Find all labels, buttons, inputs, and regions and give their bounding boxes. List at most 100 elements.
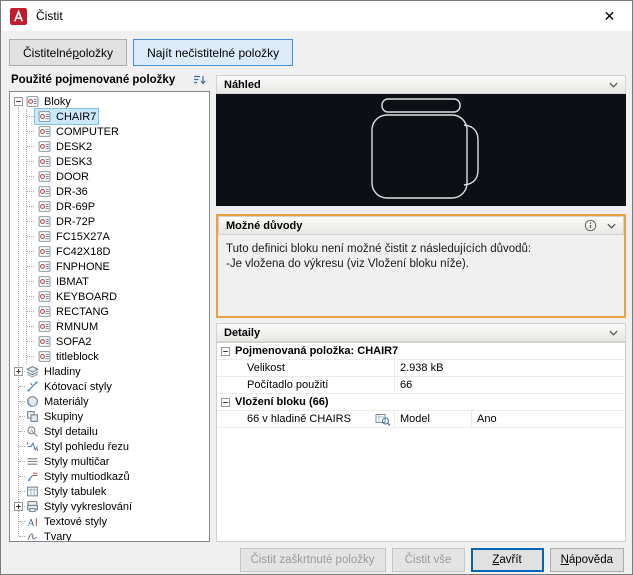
tree-item-label: FC15X27A — [56, 230, 110, 243]
block-icon — [38, 275, 51, 288]
details-table: Pojmenovaná položka: CHAIR7 Velikost 2.9… — [216, 342, 626, 542]
tree-item-block[interactable]: DR-69P — [27, 199, 209, 214]
info-icon[interactable] — [584, 219, 597, 232]
tree-item-label: Styly multičar — [44, 455, 110, 468]
reasons-section-header[interactable]: Možné důvody — [218, 216, 624, 235]
reason-line-1: Tuto definici bloku není možné čistit z … — [226, 243, 532, 255]
autocad-app-icon — [10, 7, 27, 25]
block-icon — [38, 245, 51, 258]
tree-item-category[interactable]: Skupiny — [10, 409, 209, 424]
tree-item-category[interactable]: Materiály — [10, 394, 209, 409]
tree-item-category[interactable]: Kótovací styly — [10, 379, 209, 394]
close-dialog-button[interactable]: Zavřít — [470, 548, 544, 572]
tree-item-block[interactable]: titleblock — [27, 349, 209, 364]
chevron-down-icon[interactable] — [609, 82, 618, 88]
help-button[interactable]: Nápověda — [549, 548, 624, 572]
block-icon — [38, 350, 51, 363]
tab-purgeable-items[interactable]: Čistitelné p oložky — [9, 39, 128, 66]
tree-item-label: DESK2 — [56, 140, 93, 153]
tree-item-category[interactable]: A Styl detailu — [10, 424, 209, 439]
table-style-icon — [26, 485, 39, 498]
expand-plus-box[interactable] — [14, 502, 23, 511]
tree-item-category[interactable]: Styly tabulek — [10, 484, 209, 499]
svg-text:A: A — [28, 517, 35, 528]
tab-label: Čistitelné — [23, 45, 73, 60]
tree-category-list: Hladiny Kótovací styly Materiály Skupiny A St… — [10, 364, 209, 541]
tree-item-block[interactable]: KEYBOARD — [27, 289, 209, 304]
svg-text:A: A — [30, 429, 34, 435]
reason-line-2: -Je vložena do výkresu (viz Vložení blok… — [226, 258, 469, 270]
tree-item-block[interactable]: RMNUM — [27, 319, 209, 334]
tree-item-label: RMNUM — [56, 320, 99, 333]
tree-item-block[interactable]: DOOR — [27, 169, 209, 184]
tree-item-category[interactable]: Styly multiodkazů — [10, 469, 209, 484]
sort-icon — [192, 73, 207, 87]
tree-item-label: DESK3 — [56, 155, 93, 168]
purge-all-button: Čistit vše — [391, 548, 465, 572]
details-section-header[interactable]: Detaily — [216, 323, 626, 342]
tree-item-block[interactable]: DR-36 — [27, 184, 209, 199]
details-group-title: Vložení bloku (66) — [235, 396, 329, 408]
block-icon — [38, 320, 51, 333]
mline-style-icon — [26, 455, 39, 468]
tree-item-block[interactable]: SOFA2 — [27, 334, 209, 349]
tree-item-block[interactable]: CHAIR7 — [27, 108, 209, 125]
preview-section-title: Náhled — [224, 78, 261, 91]
collapse-minus-box[interactable] — [14, 97, 23, 106]
tree-item-block[interactable]: FC42X18D — [27, 244, 209, 259]
tree-item-block[interactable]: DESK2 — [27, 139, 209, 154]
tree-item-label: Styl pohledu řezu — [44, 440, 129, 453]
tree-item-category[interactable]: A Textové styly — [10, 514, 209, 529]
block-icon — [38, 125, 51, 138]
chevron-down-icon[interactable] — [609, 330, 618, 336]
tree-item-block[interactable]: IBMAT — [27, 274, 209, 289]
tree-item-label: FNPHONE — [56, 260, 110, 273]
tree-item-label: RECTANG — [56, 305, 109, 318]
collapse-minus-box[interactable] — [221, 346, 230, 356]
block-icon — [38, 200, 51, 213]
tree-item-block[interactable]: COMPUTER — [27, 124, 209, 139]
chevron-down-icon[interactable] — [607, 223, 616, 229]
details-value: 2.938 kB — [400, 362, 444, 374]
block-icon — [38, 110, 51, 123]
tab-find-non-purgeable-items[interactable]: Najít nečistitelné položky — [133, 39, 294, 66]
possible-reasons-section: Možné důvody Tuto definici bloku není mo… — [216, 214, 626, 318]
tree-item-label: Styly multiodkazů — [44, 470, 130, 483]
tree-item-label: FC42X18D — [56, 245, 111, 258]
block-icon — [38, 170, 51, 183]
tree-item-block[interactable]: FC15X27A — [27, 229, 209, 244]
tree-item-block[interactable]: RECTANG — [27, 304, 209, 319]
tree-item-block[interactable]: DESK3 — [27, 154, 209, 169]
tree-item-label: IBMAT — [56, 275, 89, 288]
tree-item-label: Styl detailu — [44, 425, 98, 438]
tree-block-list: CHAIR7 COMPUTER DESK2 DESK3 DOOR DR-36 DR-69P D… — [26, 108, 209, 364]
tree-item-label: Skupiny — [44, 410, 84, 423]
tree-item-category[interactable]: Styly vykreslování — [10, 499, 209, 514]
groups-icon — [26, 410, 39, 423]
tree-item-blocks-root[interactable]: Bloky — [10, 94, 209, 109]
tree-item-category[interactable]: Hladiny — [10, 364, 209, 379]
tree-item-block[interactable]: FNPHONE — [27, 259, 209, 274]
details-label: Velikost — [217, 360, 395, 376]
tree-item-block[interactable]: DR-72P — [27, 214, 209, 229]
block-icon — [38, 185, 51, 198]
tree-item-category[interactable]: Styl pohledu řezu — [10, 439, 209, 454]
details-group-named-item[interactable]: Pojmenovaná položka: CHAIR7 — [217, 343, 625, 360]
purge-dialog: Čistit ✕ Čistitelné p oložky Najít nečist… — [0, 0, 633, 575]
table-search-icon — [375, 413, 391, 426]
detail-style-icon: A — [26, 425, 39, 438]
tree-item-category[interactable]: Tvary — [10, 529, 209, 541]
sort-button[interactable] — [190, 72, 208, 88]
details-group-title: Pojmenovaná položka: CHAIR7 — [235, 345, 399, 357]
preview-section-header[interactable]: Náhled — [216, 75, 626, 94]
close-icon[interactable]: ✕ — [587, 1, 632, 31]
tree-item-category[interactable]: Styly multičar — [10, 454, 209, 469]
plot-style-icon — [26, 500, 39, 513]
titlebar: Čistit ✕ — [1, 1, 632, 31]
details-flag-value: Ano — [477, 413, 497, 425]
highlight-insert-button[interactable] — [375, 413, 391, 426]
details-group-block-insert[interactable]: Vložení bloku (66) — [217, 394, 625, 411]
tree-item-label: Textové styly — [44, 515, 107, 528]
expand-plus-box[interactable] — [14, 367, 23, 376]
collapse-minus-box[interactable] — [221, 397, 230, 407]
